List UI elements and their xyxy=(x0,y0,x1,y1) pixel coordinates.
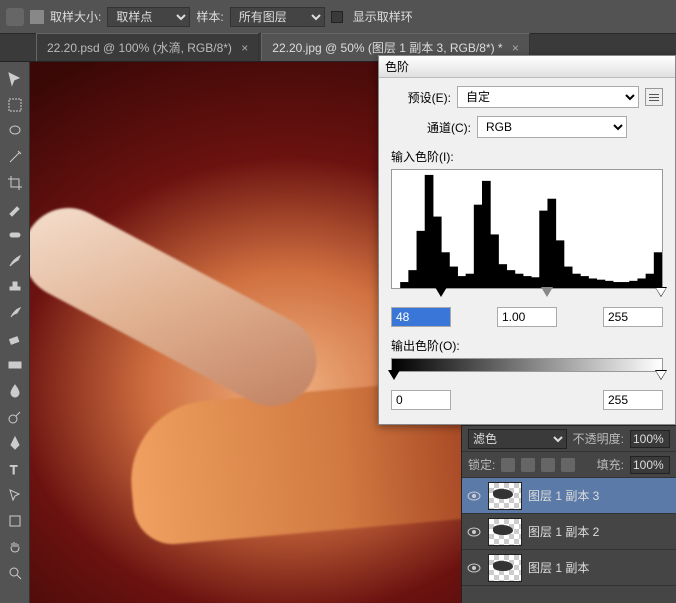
sample-size-label: 取样大小: xyxy=(50,8,101,25)
shape-tool[interactable] xyxy=(2,509,28,533)
stamp-tool[interactable] xyxy=(2,275,28,299)
output-black-slider[interactable] xyxy=(388,370,400,380)
lock-all-icon[interactable] xyxy=(561,458,575,472)
dialog-title: 色阶 xyxy=(385,58,409,75)
marquee-tool[interactable] xyxy=(2,93,28,117)
input-black-field[interactable] xyxy=(391,307,451,327)
input-white-field[interactable] xyxy=(603,307,663,327)
swap-icon[interactable] xyxy=(30,10,44,24)
preset-menu-icon[interactable] xyxy=(645,88,663,106)
blend-mode-select[interactable]: 滤色 xyxy=(468,429,567,449)
histogram xyxy=(391,169,663,289)
tool-panel: T xyxy=(0,62,30,603)
output-white-field[interactable] xyxy=(603,390,663,410)
fill-label: 填充: xyxy=(597,456,624,473)
eraser-tool[interactable] xyxy=(2,327,28,351)
history-brush-tool[interactable] xyxy=(2,301,28,325)
layer-name: 图层 1 副本 3 xyxy=(528,487,599,504)
sample-label: 样本: xyxy=(196,8,223,25)
opacity-label: 不透明度: xyxy=(573,430,624,447)
wand-tool[interactable] xyxy=(2,145,28,169)
lock-transparent-icon[interactable] xyxy=(501,458,515,472)
show-ring-label: 显示取样环 xyxy=(353,8,413,25)
output-black-field[interactable] xyxy=(391,390,451,410)
tab-label: 22.20.psd @ 100% (水滴, RGB/8*) xyxy=(47,41,232,55)
pen-tool[interactable] xyxy=(2,431,28,455)
close-icon[interactable]: × xyxy=(512,41,519,55)
visibility-icon[interactable] xyxy=(466,560,482,576)
tab-document-1[interactable]: 22.20.psd @ 100% (水滴, RGB/8*) × xyxy=(36,33,259,61)
sample-size-select[interactable]: 取样点 xyxy=(107,7,190,27)
output-slider-track[interactable] xyxy=(391,370,663,386)
lock-position-icon[interactable] xyxy=(541,458,555,472)
preset-select[interactable]: 自定 xyxy=(457,86,639,108)
layer-list: 图层 1 副本 3 图层 1 副本 2 图层 1 副本 xyxy=(462,478,676,586)
heal-tool[interactable] xyxy=(2,223,28,247)
layer-thumbnail xyxy=(488,518,522,546)
eyedropper-tool[interactable] xyxy=(2,197,28,221)
opacity-field[interactable] xyxy=(630,430,670,448)
layer-name: 图层 1 副本 xyxy=(528,559,589,576)
layers-panel: 滤色 不透明度: 锁定: 填充: 图层 1 副本 3 图层 1 副本 2 图层 … xyxy=(461,425,676,603)
channel-select[interactable]: RGB xyxy=(477,116,627,138)
output-white-slider[interactable] xyxy=(655,370,667,380)
visibility-icon[interactable] xyxy=(466,524,482,540)
gamma-slider[interactable] xyxy=(541,287,553,297)
move-tool[interactable] xyxy=(2,67,28,91)
show-ring-checkbox[interactable] xyxy=(331,11,343,23)
input-gamma-field[interactable] xyxy=(497,307,557,327)
output-levels-label: 输出色阶(O): xyxy=(391,337,663,354)
black-point-slider[interactable] xyxy=(435,287,447,297)
eyedropper-tool-icon xyxy=(6,8,24,26)
layer-thumbnail xyxy=(488,482,522,510)
options-bar: 取样大小: 取样点 样本: 所有图层 显示取样环 xyxy=(0,0,676,34)
crop-tool[interactable] xyxy=(2,171,28,195)
layer-row[interactable]: 图层 1 副本 xyxy=(462,550,676,586)
type-tool[interactable]: T xyxy=(2,457,28,481)
zoom-tool[interactable] xyxy=(2,561,28,585)
close-icon[interactable]: × xyxy=(241,41,248,55)
layer-row[interactable]: 图层 1 副本 3 xyxy=(462,478,676,514)
lasso-tool[interactable] xyxy=(2,119,28,143)
layer-name: 图层 1 副本 2 xyxy=(528,523,599,540)
sample-layers-select[interactable]: 所有图层 xyxy=(230,7,325,27)
svg-text:T: T xyxy=(10,463,18,477)
brush-tool[interactable] xyxy=(2,249,28,273)
dialog-titlebar[interactable]: 色阶 xyxy=(379,56,675,78)
path-select-tool[interactable] xyxy=(2,483,28,507)
lock-pixels-icon[interactable] xyxy=(521,458,535,472)
fill-field[interactable] xyxy=(630,456,670,474)
white-point-slider[interactable] xyxy=(655,287,667,297)
visibility-icon[interactable] xyxy=(466,488,482,504)
input-slider-track[interactable] xyxy=(391,287,663,303)
hand-tool[interactable] xyxy=(2,535,28,559)
preset-label: 预设(E): xyxy=(391,89,451,106)
layer-row[interactable]: 图层 1 副本 2 xyxy=(462,514,676,550)
lock-label: 锁定: xyxy=(468,456,495,473)
channel-label: 通道(C): xyxy=(427,119,471,136)
dodge-tool[interactable] xyxy=(2,405,28,429)
input-levels-label: 输入色阶(I): xyxy=(391,148,663,165)
gradient-tool[interactable] xyxy=(2,353,28,377)
layer-thumbnail xyxy=(488,554,522,582)
blur-tool[interactable] xyxy=(2,379,28,403)
tab-label: 22.20.jpg @ 50% (图层 1 副本 3, RGB/8*) * xyxy=(272,41,502,55)
levels-dialog: 色阶 预设(E): 自定 通道(C): RGB 输入色阶(I): 输出色阶(O)… xyxy=(378,55,676,425)
